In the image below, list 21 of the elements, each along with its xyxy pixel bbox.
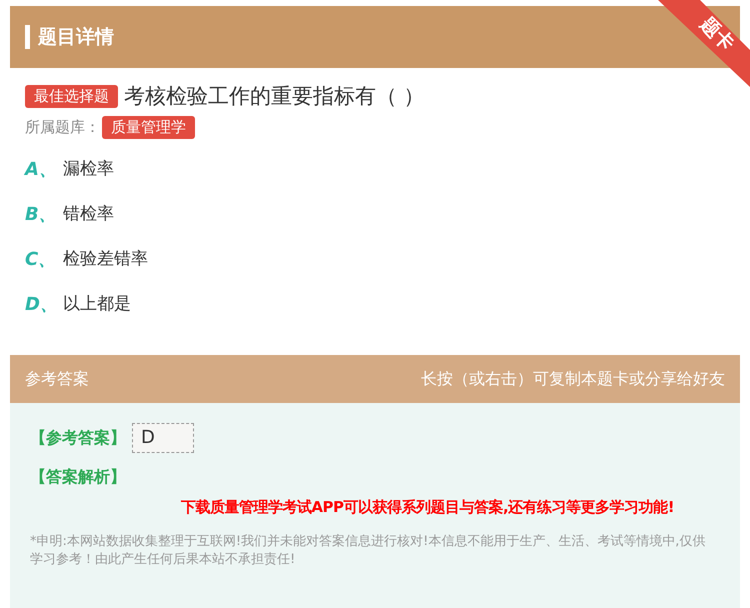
option-letter: C、 (25, 248, 58, 270)
option-text: 以上都是 (63, 293, 131, 315)
share-hint: 长按（或右击）可复制本题卡或分享给好友 (421, 368, 725, 390)
option-letter: D、 (25, 292, 59, 316)
analysis-label: 【答案解析】 (30, 467, 127, 488)
answer-image: D (132, 423, 194, 453)
option-text: 检验差错率 (63, 248, 148, 270)
answer-label: 【参考答案】 (30, 428, 126, 448)
title-marker (25, 25, 30, 49)
promo-text: 下载质量管理学考试APP可以获得系列题目与答案,还有练习等更多学习功能! (180, 498, 676, 517)
option-letter: B、 (25, 202, 58, 226)
disclaimer-text: *申明:本网站数据收集整理于互联网!我们并未能对答案信息进行核对!本信息不能用于生产、生活、考试等情境中,仅供学习参考！由此产生任何后果本站不承担责任! (30, 533, 706, 569)
option-text: 错检率 (63, 203, 114, 225)
bank-label: 所属题库： (25, 118, 100, 137)
question-type-badge: 最佳选择题 (25, 84, 118, 108)
option-text: 漏检率 (63, 158, 114, 180)
question-text: 考核检验工作的重要指标有（ ） (124, 83, 425, 110)
section-title: 题目详情 (38, 25, 114, 50)
answer-bar-title: 参考答案 (25, 368, 89, 390)
bank-badge[interactable]: 质量管理学 (102, 116, 195, 139)
option-letter: A、 (25, 158, 58, 180)
